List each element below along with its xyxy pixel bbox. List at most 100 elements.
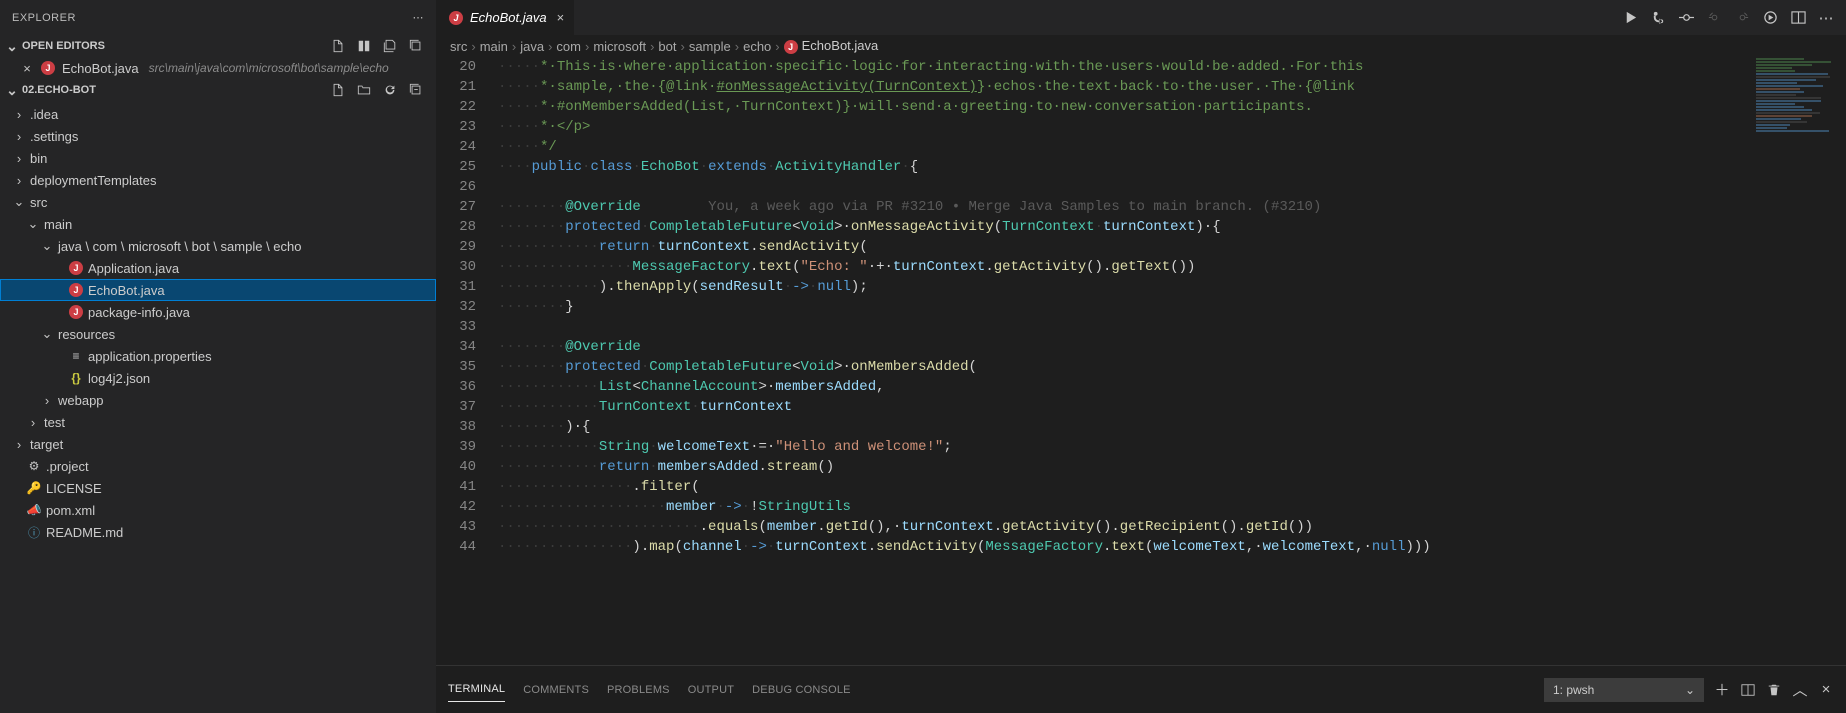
prev-change-icon[interactable]	[1704, 8, 1724, 28]
code-line[interactable]: ················.filter(	[498, 477, 1750, 497]
file-item[interactable]: JEchoBot.java	[0, 279, 436, 301]
breadcrumb-item[interactable]: bot	[658, 39, 676, 54]
folder-item[interactable]: ›.settings	[0, 125, 436, 147]
run-icon[interactable]	[1620, 8, 1640, 28]
split-terminal-icon[interactable]	[1738, 680, 1758, 700]
code-line[interactable]: ········protected·CompletableFuture<Void…	[498, 357, 1750, 377]
more-icon[interactable]: ⋯	[1816, 8, 1836, 28]
folder-item[interactable]: ⌄resources	[0, 323, 436, 345]
code-line[interactable]: ·····*·</p>	[498, 117, 1750, 137]
compare-changes-icon[interactable]	[1648, 8, 1668, 28]
file-item[interactable]: JApplication.java	[0, 257, 436, 279]
breadcrumb-item[interactable]: echo	[743, 39, 771, 54]
line-number[interactable]: 37	[436, 397, 476, 417]
folder-item[interactable]: ›deploymentTemplates	[0, 169, 436, 191]
line-number[interactable]: 38	[436, 417, 476, 437]
code-line[interactable]: ·····*·#onMembersAdded(List,·TurnContext…	[498, 97, 1750, 117]
open-editors-header[interactable]: ⌄ OPEN EDITORS	[0, 35, 436, 57]
breadcrumb-item[interactable]: src	[450, 39, 467, 54]
breadcrumb-item[interactable]: JEchoBot.java	[784, 38, 879, 54]
code-line[interactable]: ················MessageFactory.text("Ech…	[498, 257, 1750, 277]
preview-icon[interactable]	[1760, 8, 1780, 28]
refresh-icon[interactable]	[380, 80, 400, 100]
code-line[interactable]: ·····*·sample,·the·{@link·#onMessageActi…	[498, 77, 1750, 97]
project-header[interactable]: ⌄ 02.ECHO-BOT	[0, 79, 436, 101]
close-icon[interactable]: ×	[20, 61, 34, 76]
code-line[interactable]	[498, 177, 1750, 197]
folder-item[interactable]: ⌄src	[0, 191, 436, 213]
code-line[interactable]: ········@Override	[498, 337, 1750, 357]
toggle-vertical-icon[interactable]	[354, 36, 374, 56]
line-number[interactable]: 43	[436, 517, 476, 537]
tab-echobot[interactable]: J EchoBot.java ×	[436, 0, 575, 35]
folder-item[interactable]: ›webapp	[0, 389, 436, 411]
panel-tab-problems[interactable]: PROBLEMS	[607, 678, 670, 702]
breadcrumb-item[interactable]: main	[480, 39, 508, 54]
panel-tab-debug-console[interactable]: DEBUG CONSOLE	[752, 678, 851, 702]
line-number[interactable]: 34	[436, 337, 476, 357]
folder-item[interactable]: ›bin	[0, 147, 436, 169]
code-content[interactable]: ·····*·This·is·where·application·specifi…	[494, 57, 1750, 665]
code-line[interactable]: ············List<ChannelAccount>·members…	[498, 377, 1750, 397]
code-line[interactable]: ····public·class·EchoBot·extends·Activit…	[498, 157, 1750, 177]
next-change-icon[interactable]	[1732, 8, 1752, 28]
close-icon[interactable]: ×	[557, 10, 565, 25]
code-line[interactable]: ························.equals(member.g…	[498, 517, 1750, 537]
code-line[interactable]: ········protected·CompletableFuture<Void…	[498, 217, 1750, 237]
file-item[interactable]: ≡application.properties	[0, 345, 436, 367]
more-icon[interactable]: ⋯	[413, 11, 425, 24]
line-number[interactable]: 33	[436, 317, 476, 337]
split-editor-icon[interactable]	[1788, 8, 1808, 28]
git-commit-icon[interactable]	[1676, 8, 1696, 28]
code-line[interactable]: ············).thenApply(sendResult·->·nu…	[498, 277, 1750, 297]
breadcrumb-item[interactable]: microsoft	[593, 39, 646, 54]
line-number[interactable]: 32	[436, 297, 476, 317]
breadcrumb-item[interactable]: java	[520, 39, 544, 54]
line-number[interactable]: 24	[436, 137, 476, 157]
code-line[interactable]: ········)·{	[498, 417, 1750, 437]
panel-tab-output[interactable]: OUTPUT	[688, 678, 734, 702]
folder-item[interactable]: ›target	[0, 433, 436, 455]
code-line[interactable]: ·····*/	[498, 137, 1750, 157]
line-number[interactable]: 41	[436, 477, 476, 497]
line-number[interactable]: 20	[436, 57, 476, 77]
file-item[interactable]: {}log4j2.json	[0, 367, 436, 389]
panel-tab-comments[interactable]: COMMENTS	[523, 678, 589, 702]
line-number[interactable]: 39	[436, 437, 476, 457]
chevron-up-icon[interactable]: ︿	[1790, 680, 1810, 700]
line-number[interactable]: 31	[436, 277, 476, 297]
line-number[interactable]: 28	[436, 217, 476, 237]
code-line[interactable]: ············return·turnContext.sendActiv…	[498, 237, 1750, 257]
code-line[interactable]: ·····*·This·is·where·application·specifi…	[498, 57, 1750, 77]
line-number[interactable]: 27	[436, 197, 476, 217]
new-file-icon[interactable]	[328, 36, 348, 56]
code-editor[interactable]: 2021222324252627282930313233343536373839…	[436, 57, 1846, 665]
close-icon[interactable]: ×	[1816, 680, 1836, 700]
line-number[interactable]: 44	[436, 537, 476, 557]
file-item[interactable]: ⓘREADME.md	[0, 521, 436, 543]
line-number[interactable]: 30	[436, 257, 476, 277]
line-number[interactable]: 40	[436, 457, 476, 477]
code-line[interactable]: ········}	[498, 297, 1750, 317]
line-number[interactable]: 22	[436, 97, 476, 117]
panel-tab-terminal[interactable]: TERMINAL	[448, 677, 505, 702]
line-number[interactable]: 35	[436, 357, 476, 377]
line-number[interactable]: 42	[436, 497, 476, 517]
file-item[interactable]: 🔑LICENSE	[0, 477, 436, 499]
folder-item[interactable]: ⌄java \ com \ microsoft \ bot \ sample \…	[0, 235, 436, 257]
code-line[interactable]	[498, 317, 1750, 337]
open-editor-item[interactable]: × J EchoBot.java src\main\java\com\micro…	[0, 57, 436, 79]
line-number-gutter[interactable]: 2021222324252627282930313233343536373839…	[436, 57, 494, 665]
new-terminal-icon[interactable]: ＋	[1712, 680, 1732, 700]
file-item[interactable]: Jpackage-info.java	[0, 301, 436, 323]
code-line[interactable]: ····················member·->·!StringUti…	[498, 497, 1750, 517]
folder-item[interactable]: ›test	[0, 411, 436, 433]
new-folder-icon[interactable]	[354, 80, 374, 100]
line-number[interactable]: 29	[436, 237, 476, 257]
new-file-icon[interactable]	[328, 80, 348, 100]
line-number[interactable]: 21	[436, 77, 476, 97]
line-number[interactable]: 36	[436, 377, 476, 397]
folder-item[interactable]: ›.idea	[0, 103, 436, 125]
save-all-icon[interactable]	[380, 36, 400, 56]
collapse-all-icon[interactable]	[406, 80, 426, 100]
